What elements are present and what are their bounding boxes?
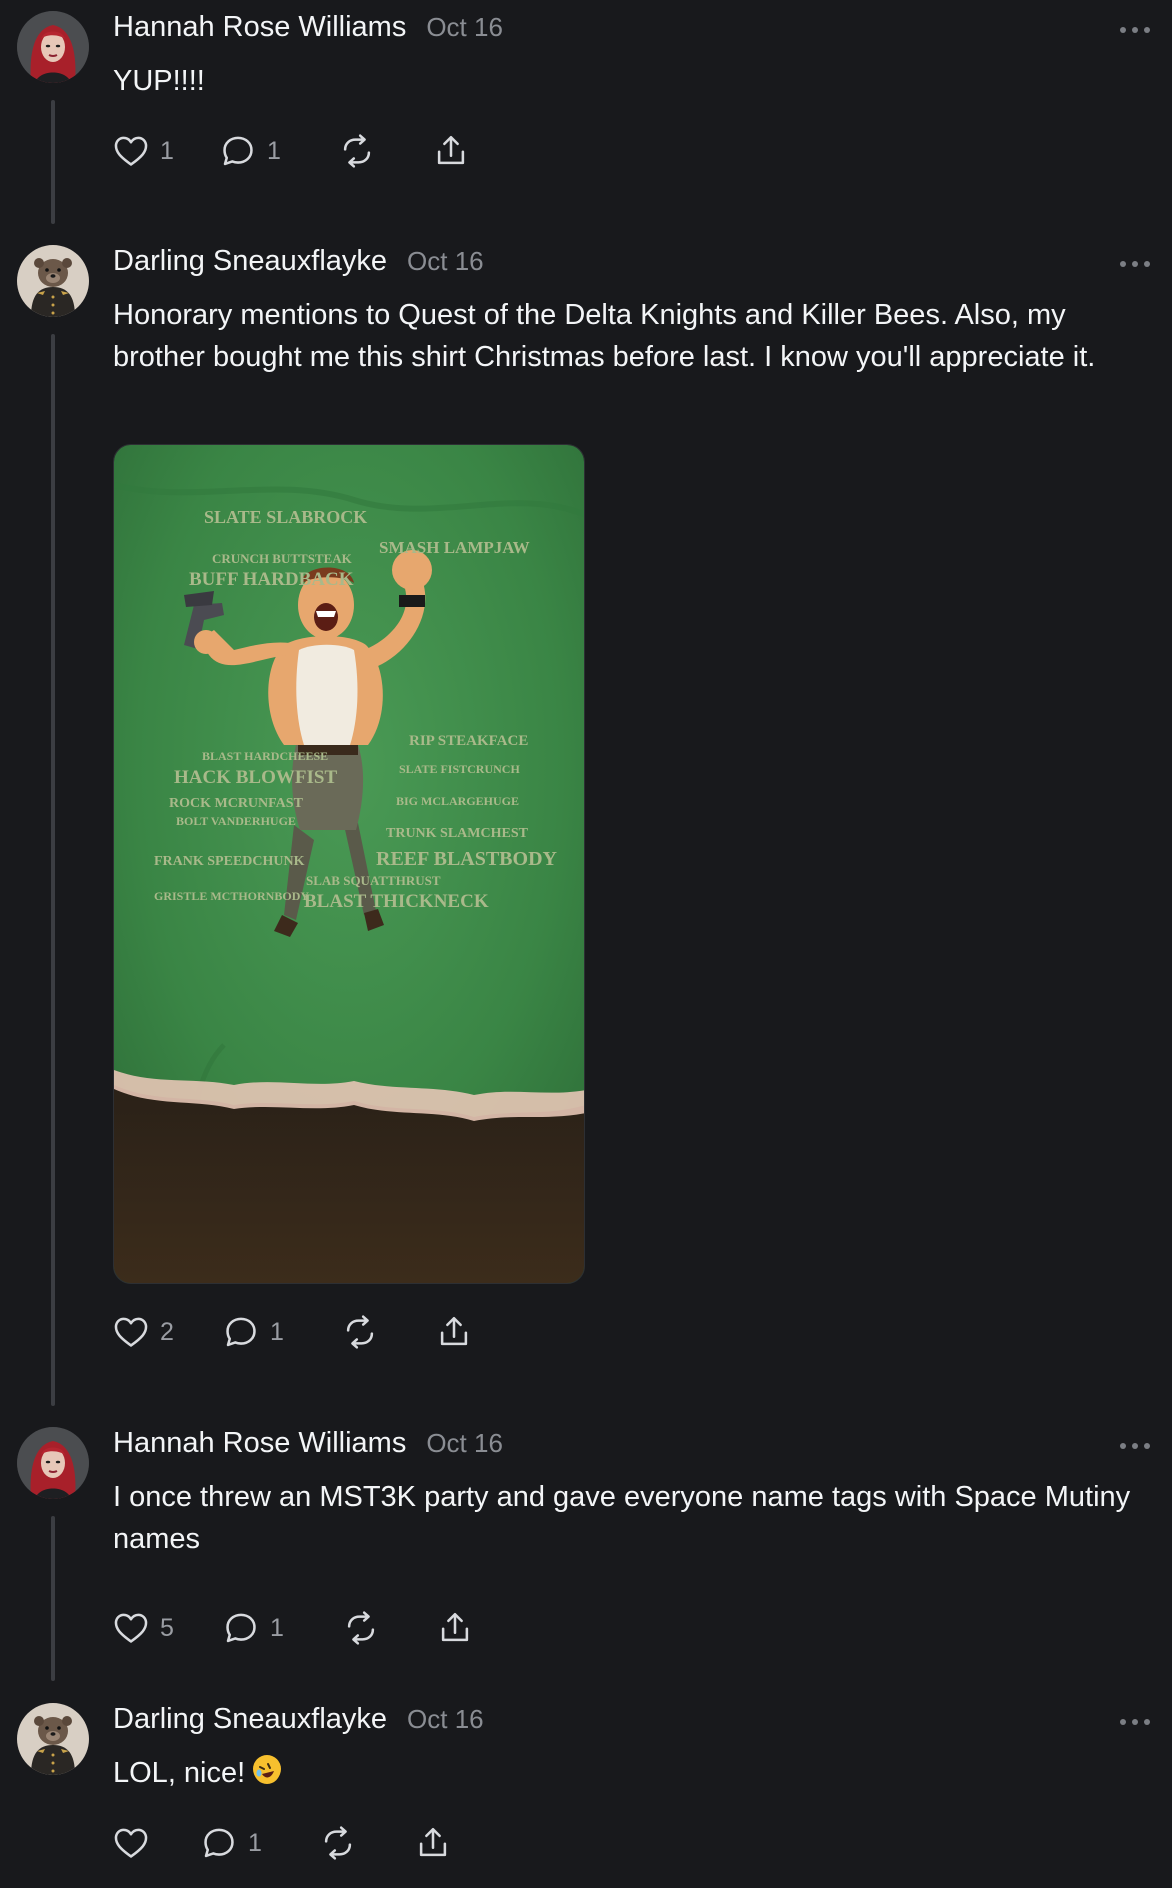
share-button[interactable] <box>435 1312 473 1352</box>
shirt-name: BUFF HARDBACK <box>189 569 354 590</box>
post: Darling Sneauxflayke Oct 16 Honorary men… <box>0 234 1172 1414</box>
comment-count: 1 <box>270 1613 284 1642</box>
comment-button[interactable]: 1 <box>222 1312 284 1352</box>
avatar[interactable] <box>17 1427 89 1499</box>
shirt-photo-illustration: SLATE SLABROCK SMASH LAMPJAW CRUNCH BUTT… <box>114 445 584 1283</box>
rolling-on-floor-laughing-emoji-icon <box>253 1755 282 1784</box>
author-name[interactable]: Darling Sneauxflayke <box>113 245 387 278</box>
speech-bubble-icon <box>219 132 257 170</box>
post-text: Honorary mentions to Quest of the Delta … <box>113 299 1096 373</box>
repost-button[interactable] <box>341 1312 379 1352</box>
heart-icon <box>112 132 150 170</box>
post-header: Hannah Rose Williams Oct 16 <box>113 11 503 44</box>
thread-line <box>51 334 55 1406</box>
avatar[interactable] <box>17 1703 89 1775</box>
post-date[interactable]: Oct 16 <box>426 12 503 43</box>
shirt-name: FRANK SPEEDCHUNK <box>154 854 305 869</box>
shirt-name: HACK BLOWFIST <box>174 767 337 788</box>
shirt-name: ROCK MCRUNFAST <box>169 796 304 811</box>
share-button[interactable] <box>414 1823 452 1863</box>
comment-button[interactable]: 1 <box>219 131 281 171</box>
post: Hannah Rose Williams Oct 16 I once threw… <box>0 1416 1172 1686</box>
share-upload-icon <box>432 132 470 170</box>
repost-button[interactable] <box>342 1608 380 1648</box>
like-button[interactable] <box>112 1823 160 1863</box>
post-header: Darling Sneauxflayke Oct 16 <box>113 1703 484 1736</box>
share-upload-icon <box>414 1824 452 1862</box>
like-button[interactable]: 1 <box>112 131 174 171</box>
avatar[interactable] <box>17 245 89 317</box>
shirt-name: SMASH LAMPJAW <box>379 538 530 557</box>
like-count: 5 <box>160 1613 174 1642</box>
post-text: YUP!!!! <box>113 65 205 97</box>
post: Darling Sneauxflayke Oct 16 LOL, nice! 1 <box>0 1692 1172 1888</box>
post-text-content: LOL, nice! <box>113 1757 246 1789</box>
share-upload-icon <box>435 1313 473 1351</box>
comment-count: 1 <box>267 136 281 165</box>
post: Hannah Rose Williams Oct 16 YUP!!!! 1 1 <box>0 0 1172 233</box>
heart-icon <box>112 1824 150 1862</box>
share-upload-icon <box>436 1609 474 1647</box>
shirt-name: BLAST HARDCHEESE <box>202 749 328 763</box>
post-date[interactable]: Oct 16 <box>407 246 484 277</box>
repost-arrows-icon <box>341 1313 379 1351</box>
speech-bubble-icon <box>222 1609 260 1647</box>
comment-button[interactable]: 1 <box>222 1608 284 1648</box>
like-count: 1 <box>160 136 174 165</box>
speech-bubble-icon <box>222 1313 260 1351</box>
speech-bubble-icon <box>200 1824 238 1862</box>
thread-line <box>51 1516 55 1681</box>
more-dots-icon[interactable] <box>1120 26 1150 34</box>
like-button[interactable]: 5 <box>112 1608 174 1648</box>
shirt-name: SLAB SQUATTHRUST <box>306 873 441 888</box>
share-button[interactable] <box>432 131 470 171</box>
shirt-name: CRUNCH BUTTSTEAK <box>212 551 353 566</box>
shirt-name: TRUNK SLAMCHEST <box>386 826 529 841</box>
like-button[interactable]: 2 <box>112 1312 174 1352</box>
comment-button[interactable]: 1 <box>200 1823 262 1863</box>
share-button[interactable] <box>436 1608 474 1648</box>
author-name[interactable]: Hannah Rose Williams <box>113 11 406 44</box>
shirt-name: SLATE FISTCRUNCH <box>399 762 520 776</box>
thread-line <box>51 100 55 224</box>
author-name[interactable]: Darling Sneauxflayke <box>113 1703 387 1736</box>
shirt-name: SLATE SLABROCK <box>204 507 367 527</box>
repost-arrows-icon <box>342 1609 380 1647</box>
shirt-name: REEF BLASTBODY <box>376 848 558 870</box>
repost-arrows-icon <box>319 1824 357 1862</box>
post-text: I once threw an MST3K party and gave eve… <box>113 1481 1131 1555</box>
more-dots-icon[interactable] <box>1120 1442 1150 1450</box>
comment-count: 1 <box>270 1317 284 1346</box>
shirt-name: BOLT VANDERHUGE <box>176 814 296 828</box>
repost-button[interactable] <box>319 1823 357 1863</box>
post-header: Darling Sneauxflayke Oct 16 <box>113 245 484 278</box>
author-name[interactable]: Hannah Rose Williams <box>113 1427 406 1460</box>
avatar[interactable] <box>17 11 89 83</box>
repost-button[interactable] <box>338 131 376 171</box>
like-count: 2 <box>160 1317 174 1346</box>
repost-arrows-icon <box>338 132 376 170</box>
shirt-name: BLAST THICKNECK <box>304 891 489 912</box>
heart-icon <box>112 1609 150 1647</box>
post-image[interactable]: SLATE SLABROCK SMASH LAMPJAW CRUNCH BUTT… <box>113 444 585 1284</box>
comment-count: 1 <box>248 1828 262 1857</box>
post-header: Hannah Rose Williams Oct 16 <box>113 1427 503 1460</box>
post-date[interactable]: Oct 16 <box>407 1704 484 1735</box>
heart-icon <box>112 1313 150 1351</box>
post-text: LOL, nice! <box>113 1752 1153 1794</box>
shirt-name: RIP STEAKFACE <box>409 733 528 749</box>
more-dots-icon[interactable] <box>1120 260 1150 268</box>
more-dots-icon[interactable] <box>1120 1718 1150 1726</box>
post-date[interactable]: Oct 16 <box>426 1428 503 1459</box>
shirt-name: BIG MCLARGEHUGE <box>396 794 519 808</box>
shirt-name: GRISTLE MCTHORNBODY <box>154 889 309 903</box>
